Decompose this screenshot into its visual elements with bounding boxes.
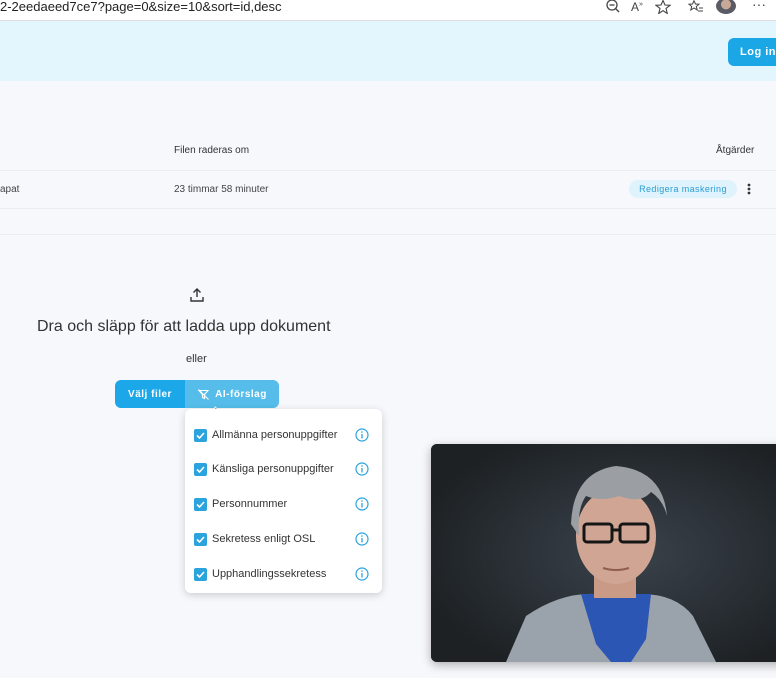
login-button[interactable]: Log in bbox=[728, 38, 776, 66]
info-icon[interactable] bbox=[355, 428, 369, 442]
ai-suggestions-menu: Allmänna personuppgifter Känsliga person… bbox=[185, 409, 382, 593]
info-icon[interactable] bbox=[355, 532, 369, 546]
drop-zone-title: Dra och släpp för att ladda upp dokument bbox=[37, 318, 331, 335]
app-header bbox=[0, 21, 776, 81]
ai-suggestions-label: AI-förslag bbox=[215, 388, 267, 400]
or-label: eller bbox=[186, 353, 207, 365]
option-label: Personnummer bbox=[212, 498, 288, 510]
browser-toolbar: 2-2eedaeed7ce7?page=0&size=10&sort=id,de… bbox=[0, 0, 776, 21]
ai-suggestions-button[interactable]: AI-förslag bbox=[186, 380, 279, 408]
divider bbox=[0, 208, 776, 209]
svg-text:»: » bbox=[639, 1, 643, 8]
checkbox-checked[interactable] bbox=[194, 567, 207, 581]
edit-masking-button[interactable]: Redigera maskering bbox=[629, 180, 737, 198]
option-procurement-secrecy[interactable]: Upphandlingssekretess bbox=[194, 564, 374, 584]
presenter-video-frame bbox=[431, 444, 776, 662]
checkbox-checked[interactable] bbox=[194, 428, 207, 442]
option-label: Känsliga personuppgifter bbox=[212, 463, 334, 475]
column-header-deleted-in: Filen raderas om bbox=[174, 145, 250, 156]
option-label: Sekretess enligt OSL bbox=[212, 533, 316, 545]
info-icon[interactable] bbox=[355, 567, 369, 581]
table-cell-deleted-in: 23 timmar 58 minuter bbox=[174, 184, 269, 195]
favorites-list-icon[interactable] bbox=[688, 0, 704, 14]
option-personal-id-number[interactable]: Personnummer bbox=[194, 494, 374, 514]
option-osl-secrecy[interactable]: Sekretess enligt OSL bbox=[194, 529, 374, 549]
svg-text:A: A bbox=[631, 0, 639, 14]
option-sensitive-personal-data[interactable]: Känsliga personuppgifter bbox=[194, 459, 374, 479]
column-header-actions: Åtgärder bbox=[716, 145, 755, 156]
option-label: Allmänna personuppgifter bbox=[212, 429, 338, 441]
upload-icon bbox=[190, 288, 204, 302]
choose-files-button[interactable]: Välj filer bbox=[115, 380, 186, 408]
table-cell-name: apat bbox=[0, 184, 20, 195]
divider bbox=[0, 170, 776, 171]
checkbox-checked[interactable] bbox=[194, 462, 207, 476]
checkbox-checked[interactable] bbox=[194, 497, 207, 511]
read-aloud-icon[interactable]: A » bbox=[630, 0, 646, 14]
more-options-icon[interactable]: ··· bbox=[752, 0, 766, 12]
upload-button-group: Välj filer AI-förslag bbox=[115, 380, 279, 408]
divider bbox=[0, 234, 776, 235]
kebab-menu-icon[interactable] bbox=[745, 181, 753, 197]
option-general-personal-data[interactable]: Allmänna personuppgifter bbox=[194, 425, 374, 445]
zoom-out-icon[interactable] bbox=[605, 0, 621, 14]
info-icon[interactable] bbox=[355, 462, 369, 476]
webcam-video-overlay bbox=[431, 444, 776, 662]
profile-avatar[interactable] bbox=[716, 0, 736, 14]
option-label: Upphandlingssekretess bbox=[212, 568, 327, 580]
checkbox-checked[interactable] bbox=[194, 532, 207, 546]
info-icon[interactable] bbox=[355, 497, 369, 511]
favorite-star-icon[interactable] bbox=[655, 0, 671, 14]
address-bar-url[interactable]: 2-2eedaeed7ce7?page=0&size=10&sort=id,de… bbox=[0, 0, 282, 14]
filter-off-icon bbox=[198, 388, 210, 400]
